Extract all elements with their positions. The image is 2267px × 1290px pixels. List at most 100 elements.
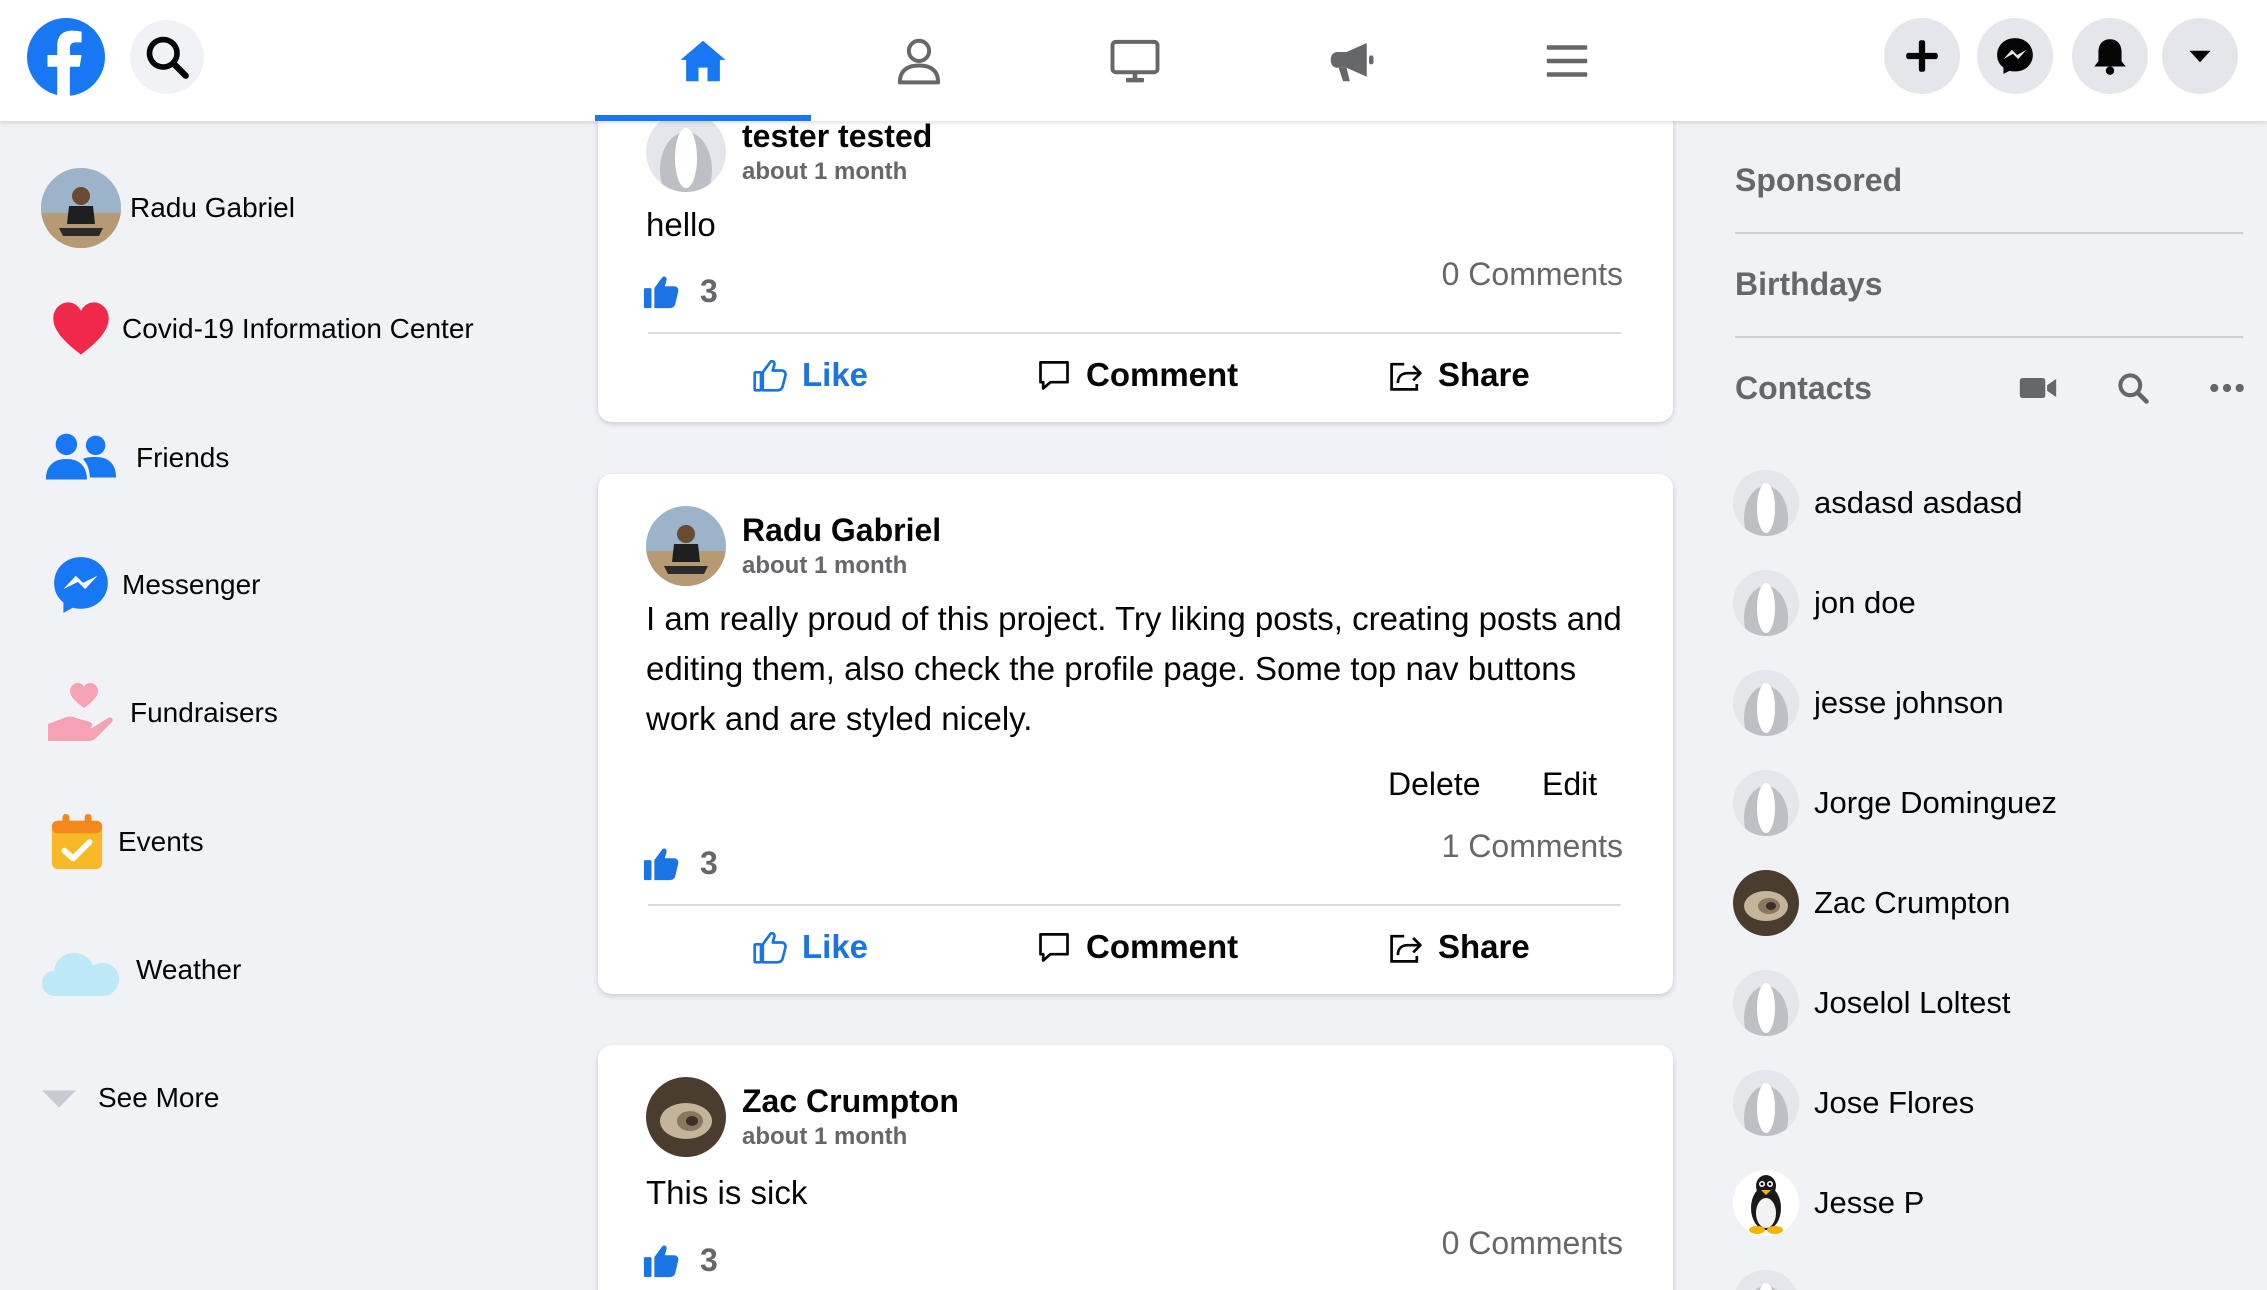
share-icon	[1390, 362, 1422, 391]
calendar-icon	[40, 801, 114, 883]
account-menu-button[interactable]	[2162, 18, 2238, 94]
contact-name: Jose Flores	[1814, 1085, 1975, 1120]
tab-menu[interactable]	[1459, 0, 1675, 121]
user-icon	[897, 38, 941, 84]
sidebar-item-events[interactable]: Events	[40, 800, 204, 884]
friends-icon	[40, 417, 122, 499]
sidebar-item-label: Covid-19 Information Center	[122, 313, 474, 344]
comments-count[interactable]: 0 Comments	[1442, 256, 1623, 293]
avatar	[40, 167, 122, 249]
tab-home[interactable]	[595, 0, 811, 121]
like-label: Like	[802, 356, 869, 393]
messenger-button[interactable]	[1977, 18, 2053, 94]
search-icon	[2118, 373, 2149, 404]
see-more-button[interactable]: See More	[40, 1056, 219, 1140]
contact-item[interactable]: Zac Crumpton	[1733, 868, 2010, 938]
default-avatar-icon	[1733, 570, 1799, 636]
divider	[1735, 336, 2243, 338]
default-avatar-icon[interactable]	[646, 112, 726, 192]
search-icon	[146, 36, 189, 79]
post-author[interactable]: Zac Crumpton	[742, 1081, 959, 1121]
sidebar-item-label: Fundraisers	[130, 697, 278, 728]
contact-photo-avatar	[1733, 870, 1799, 936]
new-room-button[interactable]	[2016, 366, 2060, 410]
post-text: I am really proud of this project. Try l…	[646, 600, 1622, 737]
plus-icon	[1906, 40, 1938, 72]
tab-watch[interactable]	[1027, 0, 1243, 121]
delete-post-button[interactable]: Delete	[1388, 766, 1481, 803]
contact-name: Jorge Dominguez	[1814, 785, 2057, 820]
contact-item[interactable]: Jorge Dominguez	[1733, 768, 2057, 838]
facebook-logo-icon[interactable]	[27, 18, 105, 96]
share-icon	[1390, 934, 1422, 963]
contact-item[interactable]: jon doe	[1733, 568, 1916, 638]
video-icon	[2019, 378, 2057, 398]
contact-item[interactable]: Jesse P	[1733, 1168, 1924, 1238]
sidebar-item-covid[interactable]: Covid-19 Information Center	[40, 287, 474, 371]
like-button[interactable]: Like	[752, 356, 868, 394]
search-contacts-button[interactable]	[2111, 366, 2155, 410]
tab-ads[interactable]	[1243, 0, 1459, 121]
contacts-options-button[interactable]	[2205, 366, 2249, 410]
contact-item[interactable]: asdasd asdasd	[1733, 468, 2023, 538]
sidebar-item-friends[interactable]: Friends	[40, 416, 229, 500]
author-avatar[interactable]	[646, 1077, 726, 1157]
contact-name: Joselol Loltest	[1814, 985, 2011, 1020]
post-author[interactable]: Radu Gabriel	[742, 510, 941, 550]
default-avatar-icon	[1733, 770, 1799, 836]
comment-label: Comment	[1086, 356, 1239, 393]
more-icon	[2210, 383, 2244, 393]
post-timestamp[interactable]: about 1 month	[742, 550, 941, 582]
post-author[interactable]: tester tested	[742, 116, 932, 156]
contact-name: Zac Crumpton	[1814, 885, 2011, 920]
post-header: Radu Gabriel about 1 month	[646, 506, 941, 586]
contact-item[interactable]: jesse johnson	[1733, 668, 2004, 738]
sidebar-item-weather[interactable]: Weather	[40, 928, 241, 1012]
notifications-button[interactable]	[2072, 18, 2148, 94]
post-timestamp[interactable]: about 1 month	[742, 1121, 959, 1153]
sidebar-item-profile[interactable]: Radu Gabriel	[40, 166, 295, 250]
author-avatar[interactable]	[646, 506, 726, 586]
post-text: This is sick	[646, 1174, 808, 1211]
post-header: Zac Crumpton about 1 month	[646, 1077, 959, 1157]
likes-summary[interactable]: 3	[642, 1241, 718, 1279]
tab-profile[interactable]	[811, 0, 1027, 121]
likes-summary[interactable]: 3	[642, 844, 718, 882]
default-avatar-icon	[1733, 1070, 1799, 1136]
like-button[interactable]: Like	[752, 928, 868, 966]
megaphone-icon	[1330, 42, 1374, 81]
sponsored-heading: Sponsored	[1735, 162, 1903, 198]
post-timestamp[interactable]: about 1 month	[742, 156, 932, 188]
contact-item[interactable]: Joselol Loltest	[1733, 968, 2010, 1038]
monitor-icon	[1110, 39, 1160, 82]
divider	[1735, 232, 2243, 234]
caret-down-icon	[40, 1057, 82, 1139]
sidebar-item-fundraisers[interactable]: Fundraisers	[40, 671, 278, 755]
comments-count[interactable]: 0 Comments	[1442, 1225, 1623, 1262]
thumbs-up-filled-icon	[643, 1245, 679, 1278]
like-label: Like	[802, 928, 869, 965]
post-header: tester tested about 1 month	[646, 112, 932, 192]
create-button[interactable]	[1884, 18, 1960, 94]
likes-count: 3	[700, 272, 718, 309]
comment-icon	[1039, 361, 1069, 390]
fundraiser-icon	[40, 672, 122, 754]
share-button[interactable]: Share	[1388, 356, 1530, 394]
likes-summary[interactable]: 3	[642, 272, 718, 310]
thumbs-up-filled-icon	[643, 848, 679, 881]
share-button[interactable]: Share	[1388, 928, 1530, 966]
edit-post-button[interactable]: Edit	[1542, 766, 1597, 803]
default-avatar-icon	[1733, 470, 1799, 536]
sidebar-item-messenger[interactable]: Messenger	[40, 543, 261, 627]
penguin-avatar-icon	[1733, 1170, 1799, 1236]
comment-button[interactable]: Comment	[1036, 928, 1238, 966]
contact-item[interactable]	[1733, 1268, 1799, 1290]
contact-name: jesse johnson	[1814, 685, 2004, 720]
default-avatar-icon	[1733, 1270, 1799, 1290]
search-button[interactable]	[130, 20, 204, 94]
comments-count[interactable]: 1 Comments	[1442, 828, 1623, 865]
cloud-icon	[40, 929, 122, 1011]
contact-item[interactable]: Jose Flores	[1733, 1068, 1974, 1138]
share-label: Share	[1438, 928, 1530, 965]
comment-button[interactable]: Comment	[1036, 356, 1238, 394]
